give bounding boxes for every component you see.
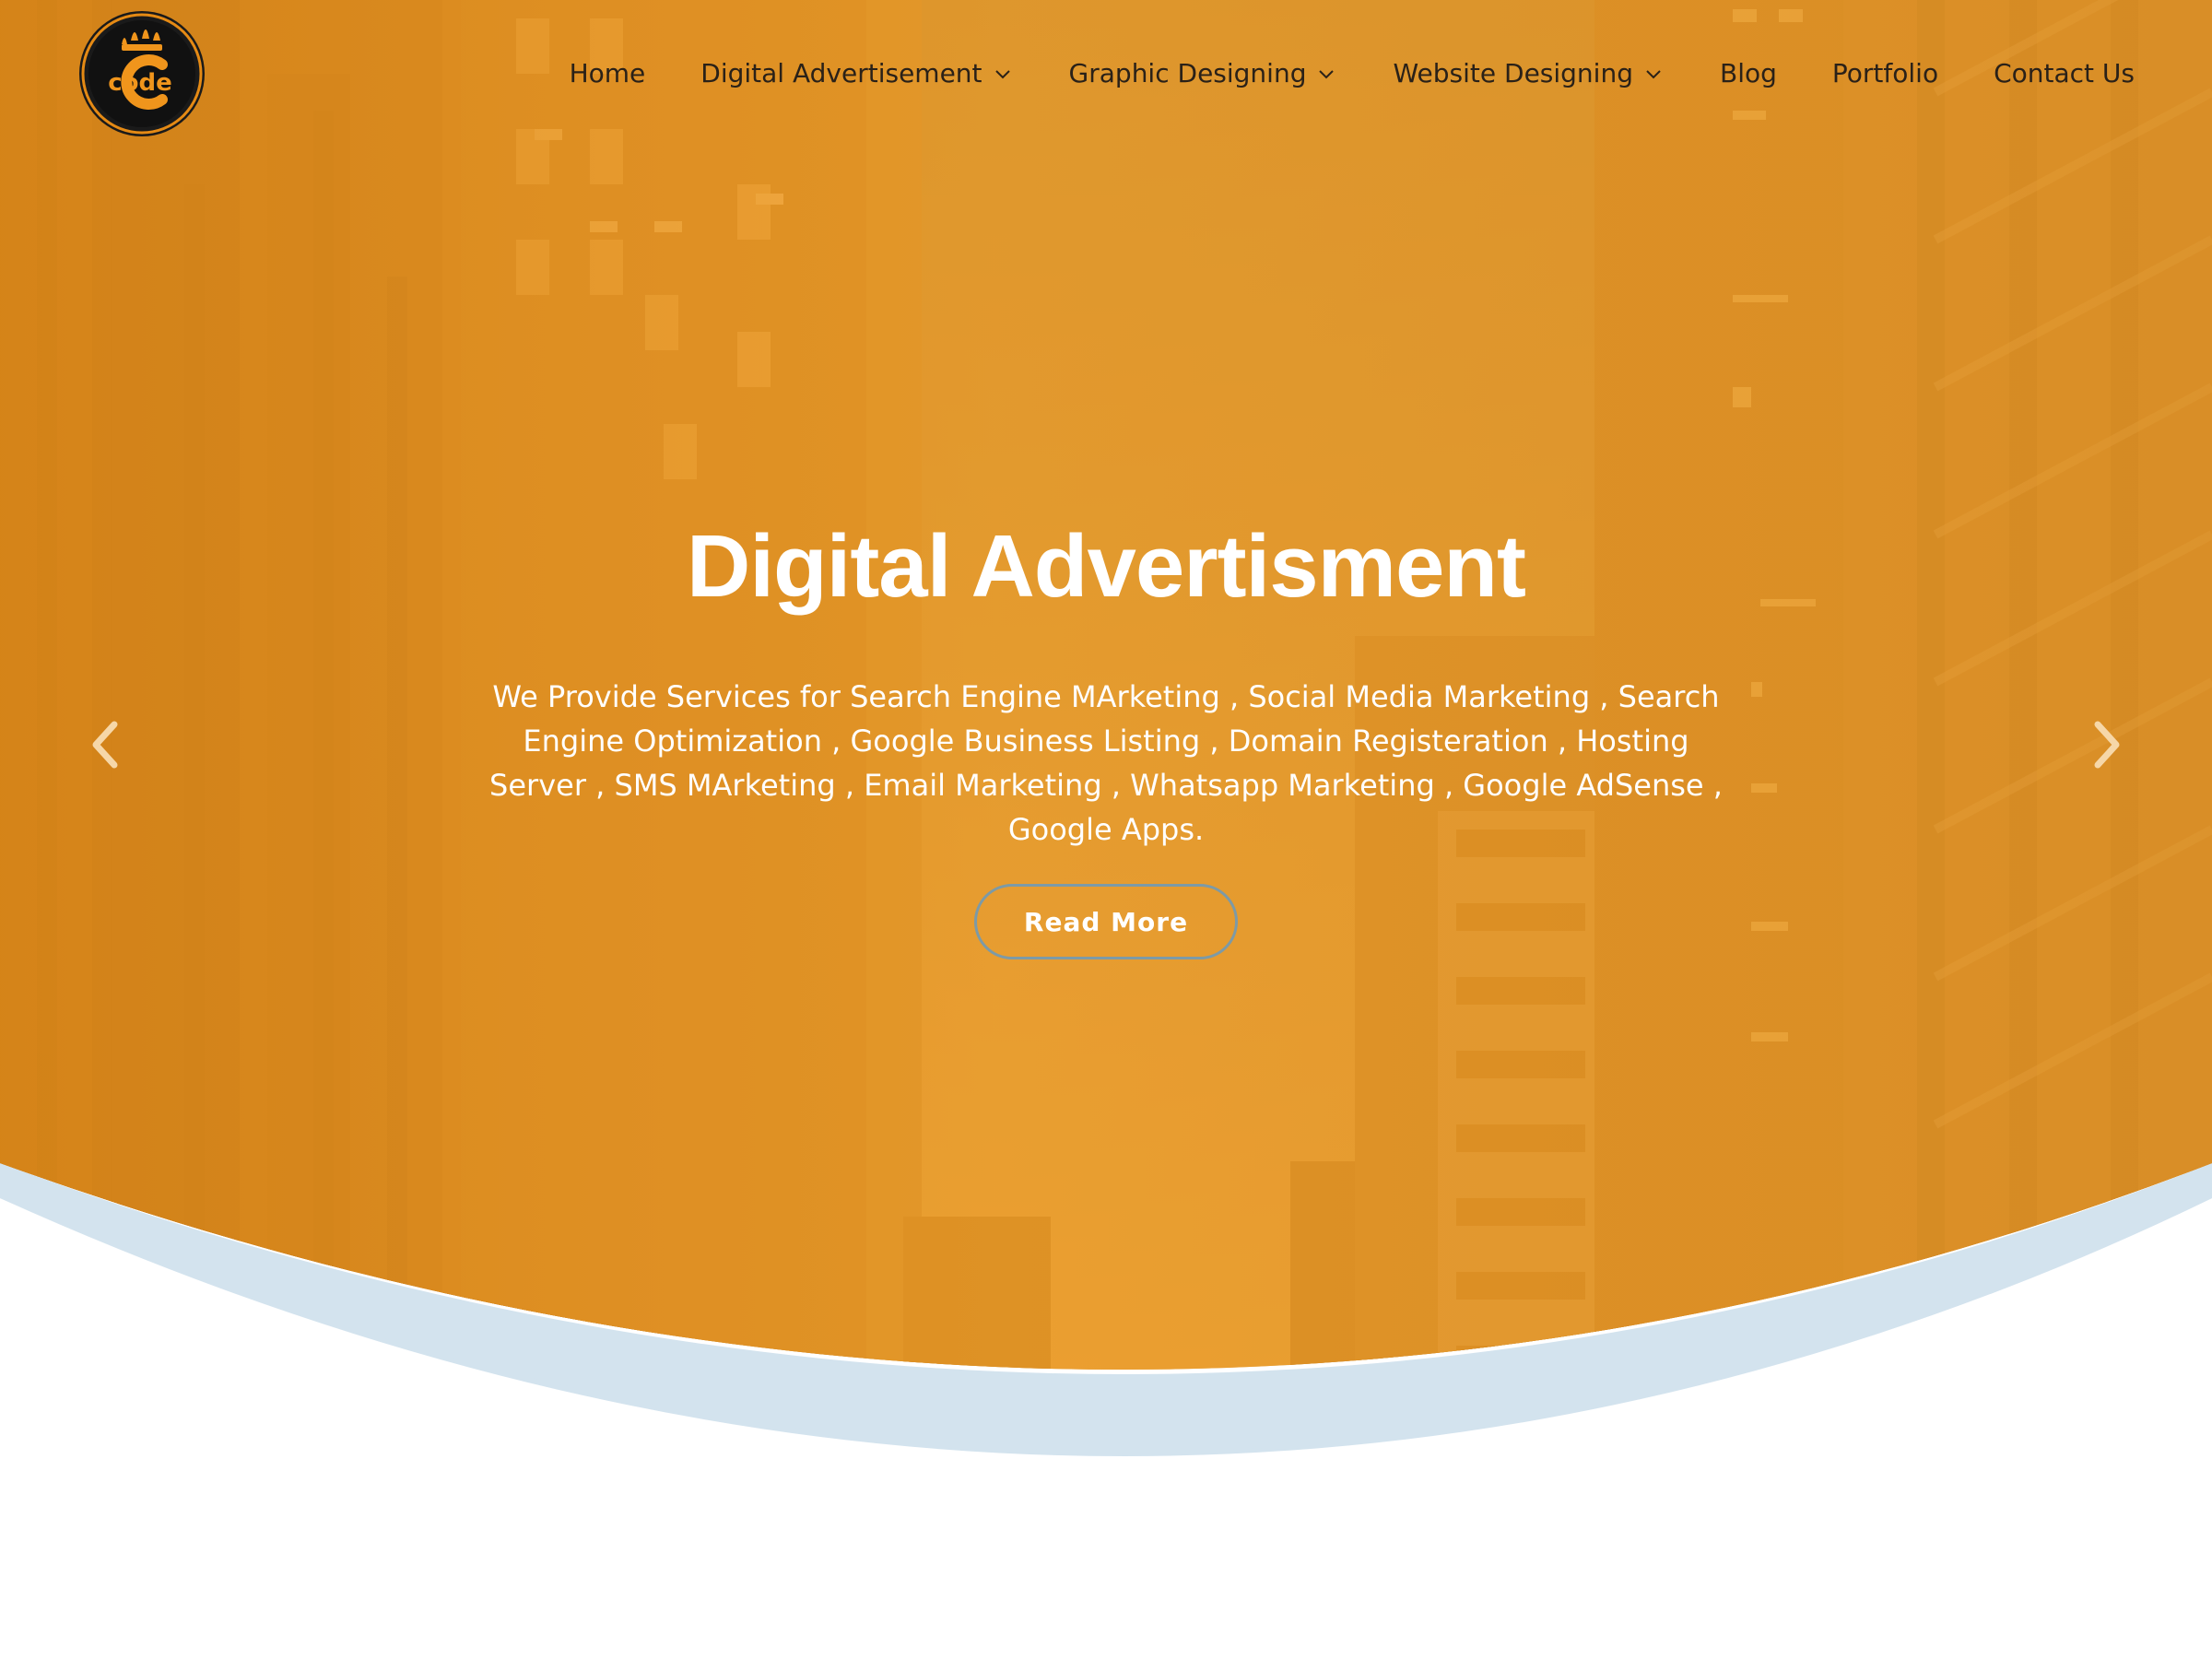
- nav-item-label: Website Designing: [1393, 58, 1633, 88]
- chevron-left-icon: [92, 721, 118, 769]
- nav-item-graphic-designing[interactable]: Graphic Designing: [1069, 53, 1338, 94]
- site-logo[interactable]: code: [77, 9, 206, 138]
- nav-item-blog[interactable]: Blog: [1720, 53, 1777, 94]
- chevron-down-icon: [1319, 70, 1335, 79]
- nav-item-label: Blog: [1719, 58, 1777, 88]
- hero-title: Digital Advertisment: [687, 517, 1526, 616]
- nav-item-contact-us[interactable]: Contact Us: [1994, 53, 2135, 94]
- nav-item-label: Graphic Designing: [1068, 58, 1307, 88]
- nav-item-label: Portfolio: [1831, 58, 1939, 88]
- main-navigation: Home Digital Advertisement Graphic Desig…: [570, 53, 2135, 94]
- nav-item-label: Contact Us: [1994, 58, 2135, 88]
- nav-item-home[interactable]: Home: [570, 53, 646, 94]
- hero-description: We Provide Services for Search Engine MA…: [489, 679, 1723, 847]
- chevron-right-icon: [2094, 721, 2120, 769]
- slider-prev-button[interactable]: [72, 717, 138, 772]
- chevron-down-icon: [1646, 70, 1661, 79]
- nav-item-label: Home: [569, 58, 646, 88]
- chevron-down-icon: [994, 70, 1010, 79]
- slider-next-button[interactable]: [2074, 717, 2140, 772]
- nav-item-portfolio[interactable]: Portfolio: [1832, 53, 1938, 94]
- nav-item-digital-advertisement[interactable]: Digital Advertisement: [700, 53, 1013, 94]
- nav-item-label: Digital Advertisement: [700, 58, 982, 88]
- read-more-button[interactable]: Read More: [974, 884, 1238, 959]
- nav-item-website-designing[interactable]: Website Designing: [1393, 53, 1665, 94]
- page: code Home Digital Advertisement Graphic …: [0, 0, 2212, 1659]
- logo-text: code: [108, 69, 172, 97]
